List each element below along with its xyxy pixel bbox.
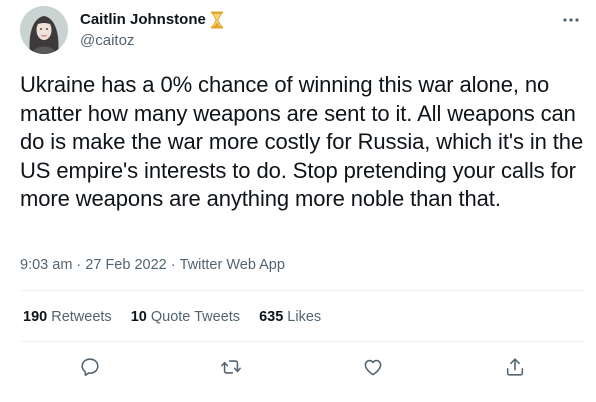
tweet-meta: 9:03 am · 27 Feb 2022 · Twitter Web App	[20, 256, 285, 274]
divider	[20, 290, 585, 291]
tweet-date[interactable]: 27 Feb 2022	[85, 256, 166, 274]
handle[interactable]: @caitoz	[80, 31, 224, 51]
tweet-time[interactable]: 9:03 am	[20, 256, 72, 274]
tweet-text: Ukraine has a 0% chance of winning this …	[20, 72, 584, 211]
retweets-stat[interactable]: 190 Retweets	[23, 308, 112, 326]
quote-tweets-stat[interactable]: 10 Quote Tweets	[131, 308, 240, 326]
quote-tweets-label: Quote Tweets	[150, 309, 241, 325]
action-bar	[0, 356, 596, 380]
divider	[20, 341, 585, 342]
avatar[interactable]	[20, 6, 68, 54]
hourglass-icon	[210, 11, 224, 29]
like-icon[interactable]	[362, 356, 386, 380]
retweets-count: 190	[23, 309, 48, 325]
meta-separator: ·	[166, 257, 180, 273]
tweet-source[interactable]: Twitter Web App	[180, 256, 285, 274]
likes-stat[interactable]: 635 Likes	[259, 308, 321, 326]
likes-count: 635	[259, 309, 284, 325]
share-icon[interactable]	[504, 356, 528, 380]
likes-label: Likes	[287, 309, 322, 325]
retweet-icon[interactable]	[220, 356, 244, 380]
retweets-label: Retweets	[51, 309, 112, 325]
display-name[interactable]: Caitlin Johnstone	[80, 10, 206, 30]
meta-separator: ·	[72, 257, 86, 273]
author-block: Caitlin Johnstone @caitoz	[80, 10, 224, 51]
display-name-row: Caitlin Johnstone	[80, 10, 224, 30]
reply-icon[interactable]	[79, 356, 103, 380]
tweet-stats: 190 Retweets 10 Quote Tweets 635 Likes	[23, 308, 340, 326]
more-options-icon[interactable]	[560, 12, 582, 28]
quote-tweets-count: 10	[130, 309, 147, 325]
tweet: Caitlin Johnstone @caitoz Ukraine has a …	[0, 0, 596, 402]
